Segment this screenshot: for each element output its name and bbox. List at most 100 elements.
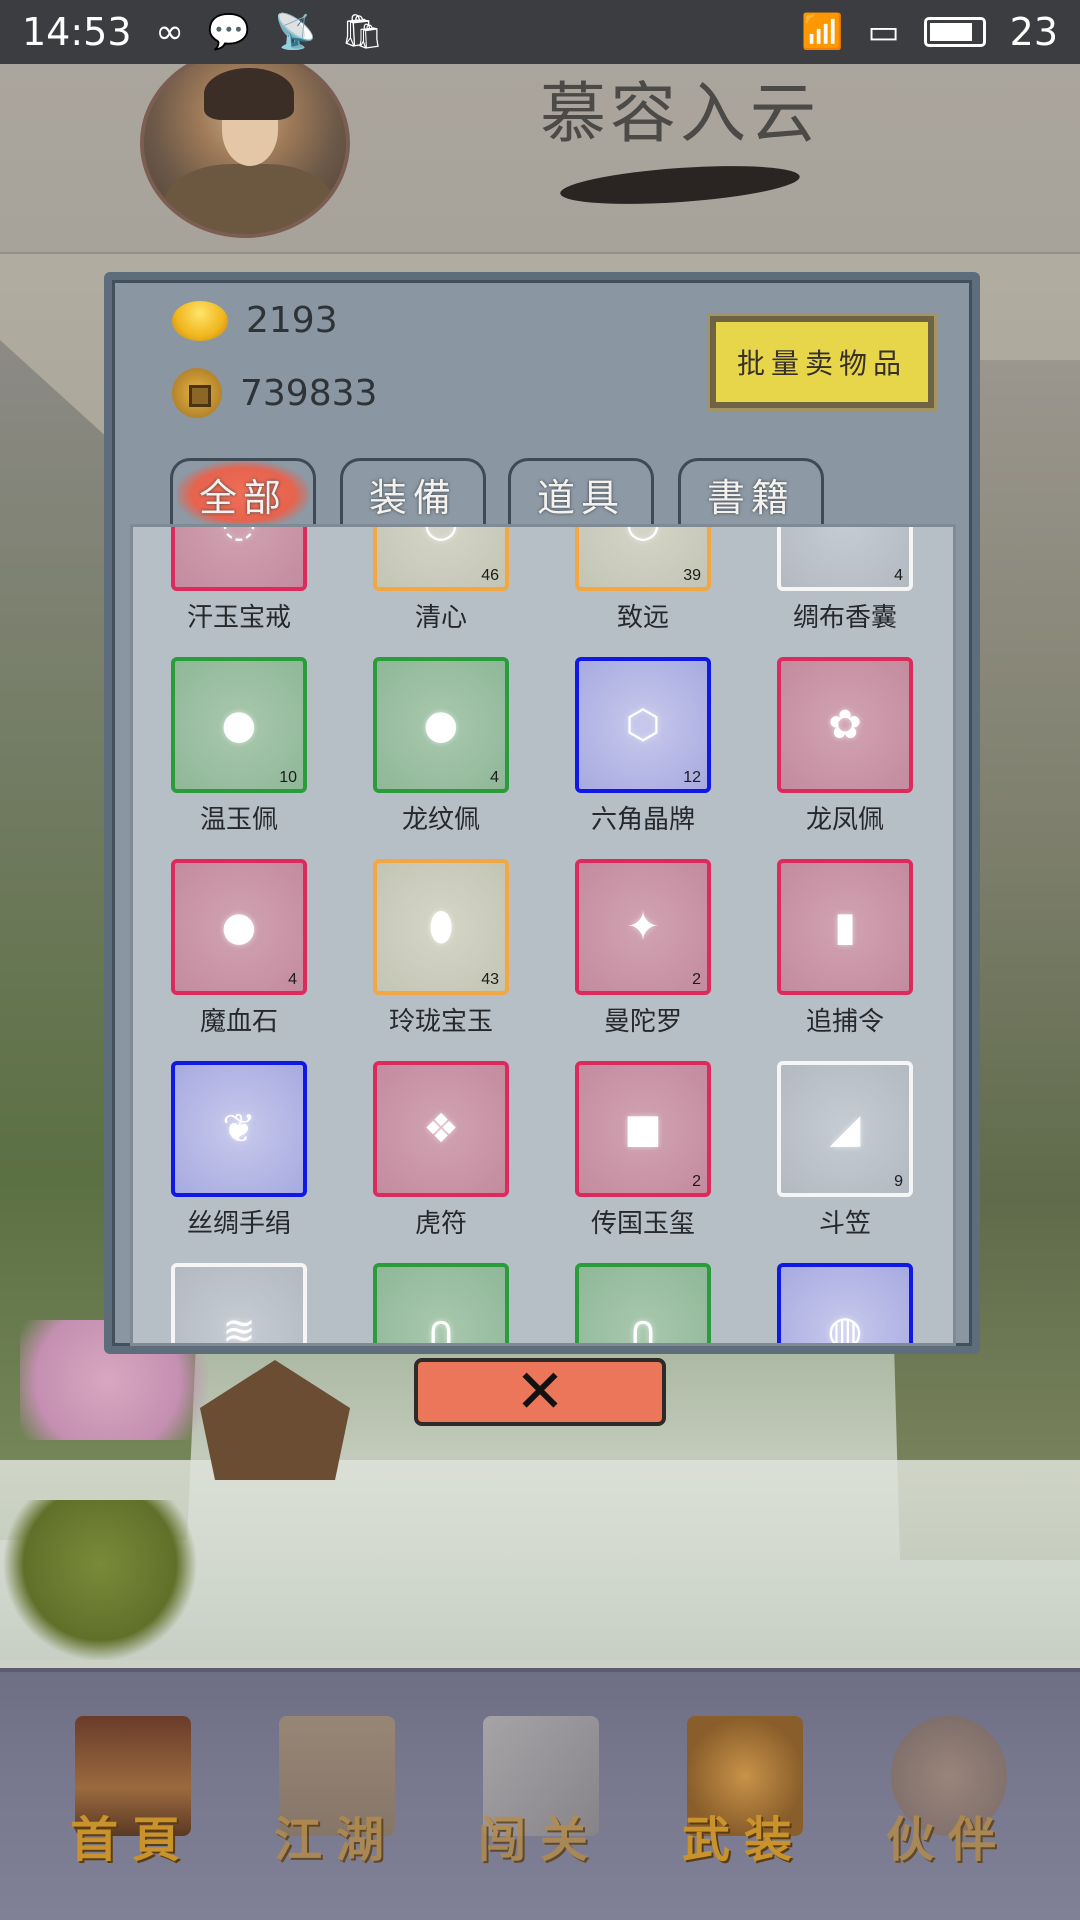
item-count: 4 xyxy=(894,567,903,584)
tab-label: 道具 xyxy=(536,476,625,520)
item-name: 斗笠 xyxy=(818,1209,871,1239)
inventory-item[interactable]: ● 10 温玉佩 xyxy=(153,657,323,853)
tab-equipment[interactable]: 装備 xyxy=(340,458,486,528)
item-name: 致远 xyxy=(616,603,669,633)
shopping-bag-icon: 🛍 xyxy=(340,12,384,52)
inventory-item[interactable]: ∩ xyxy=(355,1263,525,1346)
inventory-item[interactable]: ❖ 虎符 xyxy=(355,1061,525,1257)
nav-label: 伙伴 xyxy=(885,1812,1010,1868)
ingot-amount: 2193 xyxy=(246,300,338,341)
item-slot[interactable]: ● 10 xyxy=(171,657,307,793)
inventory-item[interactable]: ⬡ 12 六角晶牌 xyxy=(557,657,727,853)
batch-sell-button[interactable]: 批量卖物品 xyxy=(707,313,937,411)
avatar-hair xyxy=(204,68,294,120)
item-icon: ⬮ xyxy=(428,904,454,950)
inventory-item[interactable]: ✦ 2 曼陀罗 xyxy=(557,859,727,1055)
chat-bubble-icon: 💬 xyxy=(207,12,251,52)
inventory-item[interactable]: ❦ 丝绸手绢 xyxy=(153,1061,323,1257)
ingot-row: 2193 xyxy=(172,300,338,341)
item-slot[interactable]: ❦ xyxy=(171,1061,307,1197)
tab-label: 全部 xyxy=(176,461,309,528)
item-count: 43 xyxy=(481,971,499,988)
gold-ingot-icon xyxy=(172,300,228,341)
item-slot[interactable]: ∩ xyxy=(373,1263,509,1346)
coins-amount: 739833 xyxy=(240,372,378,414)
item-icon: ✦ xyxy=(626,904,660,950)
tab-books[interactable]: 書籍 xyxy=(678,458,824,528)
inventory-item[interactable]: ✿ 龙凤佩 xyxy=(759,657,929,853)
nav-jianghu[interactable]: 江湖 xyxy=(251,1696,421,1896)
tab-items[interactable]: 道具 xyxy=(508,458,654,528)
inventory-item[interactable]: ● 4 龙纹佩 xyxy=(355,657,525,853)
battery-level: 23 xyxy=(1009,10,1058,54)
item-slot[interactable]: ❖ xyxy=(373,1061,509,1197)
item-icon: ● xyxy=(221,702,257,748)
close-button[interactable]: ✕ xyxy=(414,1358,666,1426)
player-avatar[interactable] xyxy=(140,48,350,238)
infinity-icon: ∞ xyxy=(155,12,184,52)
nav-label: 武装 xyxy=(681,1812,806,1868)
sim-icon: ▭ xyxy=(867,12,900,52)
item-icon: ◌ xyxy=(222,527,257,546)
nav-armor[interactable]: 武装 xyxy=(659,1696,829,1896)
item-count: 46 xyxy=(481,567,499,584)
nav-label: 江湖 xyxy=(273,1812,398,1868)
item-icon: ✿ xyxy=(828,702,862,748)
item-slot[interactable]: ◡ 46 xyxy=(373,527,509,591)
item-slot[interactable]: ▮ xyxy=(777,859,913,995)
item-slot[interactable]: ⬡ 12 xyxy=(575,657,711,793)
inventory-item[interactable]: ∩ xyxy=(557,1263,727,1343)
nav-challenge[interactable]: 闯关 xyxy=(455,1696,625,1896)
item-slot[interactable]: ◡ 39 xyxy=(575,527,711,591)
inventory-item[interactable]: ⬮ 43 玲珑宝玉 xyxy=(355,859,525,1055)
inventory-item[interactable]: ◌ 汗玉宝戒 xyxy=(153,527,323,651)
item-name: 追捕令 xyxy=(805,1007,884,1037)
item-icon: ❦ xyxy=(222,1106,256,1152)
item-slot[interactable]: ≋ xyxy=(171,1263,307,1343)
inventory-item[interactable]: ◍ xyxy=(759,1263,929,1346)
item-slot[interactable]: ● 4 xyxy=(373,657,509,793)
copper-coin-icon xyxy=(172,368,222,418)
item-count: 39 xyxy=(683,567,701,584)
item-name: 龙纹佩 xyxy=(401,805,480,835)
item-slot[interactable]: ■ 2 xyxy=(575,1061,711,1197)
item-slot[interactable]: ◢ 9 xyxy=(777,1061,913,1197)
item-slot[interactable]: ● 4 xyxy=(171,859,307,995)
inventory-item[interactable]: ◢ 9 斗笠 xyxy=(759,1061,929,1257)
inventory-item[interactable]: ◡ 46 清心 xyxy=(355,527,525,651)
item-name: 曼陀罗 xyxy=(603,1007,682,1037)
item-name: 温玉佩 xyxy=(199,805,278,835)
inventory-item[interactable]: ≋ xyxy=(153,1263,323,1343)
item-slot[interactable]: ∩ xyxy=(575,1263,711,1343)
item-name: 丝绸手绢 xyxy=(186,1209,291,1239)
item-icon: ∩ xyxy=(426,1308,456,1346)
item-name: 汗玉宝戒 xyxy=(186,603,291,633)
item-icon: ◡ xyxy=(424,527,459,546)
tab-all[interactable]: 全部 xyxy=(170,458,316,528)
inventory-item[interactable]: ■ 2 传国玉玺 xyxy=(557,1061,727,1257)
inventory-item[interactable]: ● 4 魔血石 xyxy=(153,859,323,1055)
nav-label: 闯关 xyxy=(477,1812,602,1868)
item-name: 虎符 xyxy=(414,1209,467,1239)
inventory-item[interactable]: ˈ4绸布香囊 xyxy=(759,527,929,651)
item-count: 2 xyxy=(692,1173,701,1190)
inventory-panel: 2193 739833 批量卖物品 全部 装備 道具 書籍 ◌ 汗玉宝戒 ◡ 46 清心… xyxy=(104,272,980,1354)
item-name: 清心 xyxy=(414,603,467,633)
item-slot[interactable]: ◌ xyxy=(171,527,307,591)
item-slot[interactable]: ◍ xyxy=(777,1263,913,1346)
item-icon: ◍ xyxy=(827,1308,863,1346)
item-slot[interactable]: ✦ 2 xyxy=(575,859,711,995)
inventory-grid[interactable]: ◌汗玉宝戒◡46清心◡39致远ˈ4绸布香囊●10温玉佩●4龙纹佩⬡12六角晶牌✿… xyxy=(130,524,956,1346)
inventory-item[interactable]: ◡ 39 致远 xyxy=(557,527,727,651)
item-slot[interactable]: ⬮ 43 xyxy=(373,859,509,995)
nav-companions[interactable]: 伙伴 xyxy=(863,1696,1033,1896)
coins-row: 739833 xyxy=(172,368,377,418)
item-icon: ■ xyxy=(624,1106,662,1152)
item-slot[interactable]: ˈ4 xyxy=(777,527,913,591)
item-name: 魔血石 xyxy=(199,1007,278,1037)
item-count: 12 xyxy=(683,769,701,786)
item-slot[interactable]: ✿ xyxy=(777,657,913,793)
nav-home[interactable]: 首頁 xyxy=(47,1696,217,1896)
item-count: 4 xyxy=(490,769,499,786)
inventory-item[interactable]: ▮ 追捕令 xyxy=(759,859,929,1055)
